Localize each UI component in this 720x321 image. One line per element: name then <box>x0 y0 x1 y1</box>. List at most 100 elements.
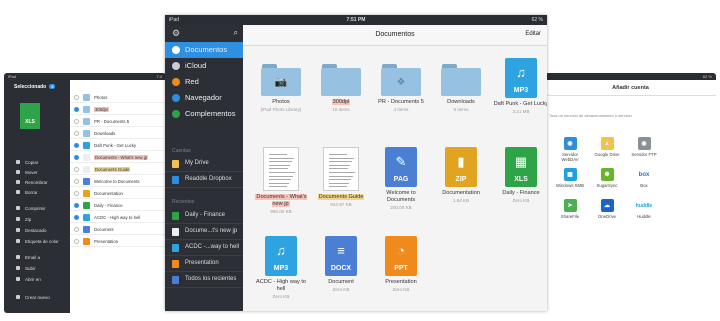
select-checkbox[interactable] <box>74 155 79 160</box>
select-checkbox[interactable] <box>74 239 79 244</box>
service-huddle[interactable]: huddle Huddle <box>627 199 661 219</box>
list-item[interactable]: Photos <box>70 92 166 103</box>
file-name-text: PR - Documents 5 <box>378 99 424 105</box>
select-checkbox[interactable] <box>74 143 79 148</box>
action-mover[interactable]: Mover <box>16 170 38 175</box>
list-item[interactable]: Daft Punk - Get Lucky <box>70 140 166 151</box>
list-item[interactable]: ACDC - High way to hell <box>70 212 166 223</box>
select-checkbox[interactable] <box>74 191 79 196</box>
action-email-a[interactable]: Email a <box>16 255 40 260</box>
select-checkbox[interactable] <box>74 107 79 112</box>
sidebar-item-todos-los-recientes[interactable]: Todos los recientes <box>165 272 243 288</box>
file-tile[interactable]: 📷 Photos (iPad Photo Library) <box>253 58 309 112</box>
sidebar-item-daily-finance[interactable]: Daily - Finance <box>165 208 243 224</box>
folder-body <box>321 68 361 96</box>
edit-button[interactable]: Editar <box>525 31 541 37</box>
service-servidor-ftp[interactable]: ◉ Servidor FTP <box>627 137 661 157</box>
list-item[interactable]: Presentation <box>70 236 166 247</box>
service-google-drive[interactable]: ▲ Google Drive <box>590 137 624 157</box>
action-crear-nuevo[interactable]: Crear nuevo <box>16 295 50 300</box>
service-onedrive[interactable]: ☁ OneDrive <box>590 199 624 219</box>
zip-file-icon: ▮ ZIP <box>445 147 477 187</box>
select-checkbox[interactable] <box>74 119 79 124</box>
action-renombrar[interactable]: Renombrar <box>16 180 48 185</box>
sidebar-item-red[interactable]: Red <box>165 74 243 90</box>
file-tile[interactable]: Documents Guide 944.97 KB <box>313 147 369 207</box>
action-subir[interactable]: Subir <box>16 266 36 271</box>
file-tile[interactable]: ▮ ZIP Documentation 1.64 KB <box>433 147 489 203</box>
main-device-screen: iPad 7:51 PM 62 % ⚙ ⌕ Documentos iCloud Re… <box>165 15 547 311</box>
file-meta: 10 items <box>332 107 350 112</box>
gear-icon[interactable]: ⚙ <box>172 28 180 39</box>
action-icon <box>16 277 20 281</box>
service-windows-smb[interactable]: ▦ Windows SMB <box>553 168 587 188</box>
file-icon <box>83 154 90 161</box>
folder-icon: ❖ <box>381 64 421 96</box>
service-sugarsync[interactable]: ✽ SugarSync <box>590 168 624 188</box>
text-line <box>329 168 348 170</box>
file-tile[interactable]: ◔ PPT Presentation Zero KB <box>373 236 429 292</box>
file-tile[interactable]: ▦ XLS Daily - Finance Zero KB <box>493 147 547 203</box>
action-borrar[interactable]: Borrar <box>16 190 38 195</box>
list-item[interactable]: Welcome to Documents <box>70 176 166 187</box>
select-checkbox[interactable] <box>74 95 79 100</box>
list-item[interactable]: Documents Guide <box>70 164 166 175</box>
text-line <box>329 182 349 184</box>
file-tile[interactable]: ≡ DOCX Document Zero KB <box>313 236 369 292</box>
sidebar-item-documentos[interactable]: Documentos <box>165 42 243 58</box>
file-name-text: Document <box>328 279 354 285</box>
file-tile[interactable]: ♫ MP3 ACDC - High way to hell Zero KB <box>253 236 309 299</box>
list-item[interactable]: Daily - Finance <box>70 200 166 211</box>
file-icon <box>83 142 90 149</box>
file-tile[interactable]: 300dpi 10 items <box>313 58 369 112</box>
select-checkbox[interactable] <box>74 179 79 184</box>
file-meta: 944.97 KB <box>330 202 352 207</box>
file-name-text: Documents - What's new jp <box>255 194 307 207</box>
file-tile[interactable]: ♫ MP3 Daft Punk - Get Lucky 3.21 MB <box>493 58 547 114</box>
action-label: Borrar <box>25 190 38 195</box>
file-tile[interactable]: Downloads 6 items <box>433 58 489 112</box>
sidebar-item-readdle-dropbox[interactable]: Readdle Dropbox <box>165 172 243 188</box>
sidebar-item-icloud[interactable]: iCloud <box>165 58 243 74</box>
file-tile[interactable]: ✎ PAG Welcome to Documents 200.00 KB <box>373 147 429 210</box>
action-label: Subir <box>25 266 36 271</box>
sidebar-item-acdc-way-to-hell[interactable]: ACDC -...way to hell <box>165 240 243 256</box>
list-item[interactable]: Document <box>70 224 166 235</box>
action-zip[interactable]: Zip <box>16 217 31 222</box>
list-item[interactable]: 300dpi <box>70 104 166 115</box>
sidebar-item-my-drive[interactable]: My Drive <box>165 156 243 172</box>
service-servidor-webdav[interactable]: ◉ Servidor WebDAV <box>553 137 587 162</box>
action-etiqueta-de-color[interactable]: Etiqueta de color <box>16 239 59 244</box>
right-device-screen: 62 % Añadir cuenta Toca un servicio de a… <box>545 73 716 313</box>
text-line <box>269 164 290 166</box>
text-line <box>329 179 351 181</box>
file-type-label: PPT <box>394 265 408 272</box>
file-tile[interactable]: ❖ PR - Documents 5 4 items <box>373 58 429 112</box>
action-copiar[interactable]: Copiar <box>16 160 38 165</box>
sidebar-item-complementos[interactable]: Complementos <box>165 106 243 122</box>
select-checkbox[interactable] <box>74 215 79 220</box>
select-checkbox[interactable] <box>74 203 79 208</box>
left-status-left: iPad <box>8 74 17 79</box>
file-type-glyph: ♫ <box>276 243 286 258</box>
select-checkbox[interactable] <box>74 227 79 232</box>
action-comprimir[interactable]: Comprimir <box>16 206 46 211</box>
list-item[interactable]: Documents - What's new jp <box>70 152 166 163</box>
sidebar-item-presentation[interactable]: Presentation <box>165 256 243 272</box>
action-destacado[interactable]: Destacado <box>16 228 47 233</box>
list-item[interactable]: PR - Documents 5 <box>70 116 166 127</box>
select-checkbox[interactable] <box>74 131 79 136</box>
select-checkbox[interactable] <box>74 167 79 172</box>
list-item[interactable]: Downloads <box>70 128 166 139</box>
sidebar-item-docume-t-s-new-jp[interactable]: Docume...t's new jp <box>165 224 243 240</box>
file-icon <box>83 166 90 173</box>
text-line <box>269 186 287 188</box>
file-tile[interactable]: Documents - What's new jp 990.00 KB <box>253 147 309 214</box>
action-abrir-en[interactable]: Abrir en <box>16 277 41 282</box>
sidebar-item-navegador[interactable]: Navegador <box>165 90 243 106</box>
search-icon[interactable]: ⌕ <box>234 28 238 38</box>
list-item[interactable]: Documentation <box>70 188 166 199</box>
service-sharefile[interactable]: ➤ ShareFile <box>553 199 587 219</box>
service-box[interactable]: box Box <box>627 168 661 188</box>
file-name: Presentation <box>94 239 119 244</box>
